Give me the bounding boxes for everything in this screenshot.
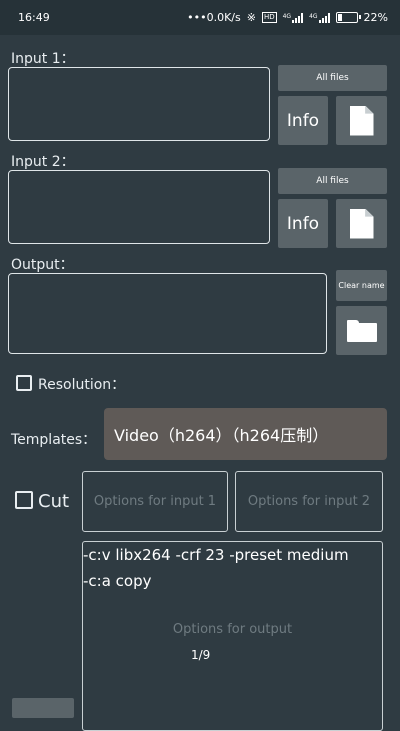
network-speed: •••0.0K/s (187, 11, 241, 24)
output-options-field[interactable]: -c:v libx264 -crf 23 -preset medium -c:a… (82, 541, 383, 731)
resolution-label: Resolution： (38, 377, 126, 393)
input2-info-button[interactable]: Info (278, 199, 328, 248)
bottom-left-button[interactable] (12, 698, 74, 718)
signal-icon-2: 4G (309, 12, 330, 23)
status-bar: 16:49 •••0.0K/s ※ HD 4G 4G 22% (0, 0, 400, 35)
input2-file-button[interactable] (336, 199, 387, 248)
page-indicator: 1/9 (191, 648, 211, 662)
input2-all-files-button[interactable]: All files (278, 168, 387, 194)
output-option-line-2: -c:a copy (83, 572, 152, 590)
output-field[interactable] (8, 273, 327, 354)
output-options-placeholder: Options for output (172, 622, 293, 637)
output-folder-button[interactable] (336, 306, 387, 355)
cut-label: Cut (38, 491, 70, 512)
templates-dropdown[interactable]: Video（h264）（h264压制） (104, 408, 387, 460)
file-icon (349, 105, 374, 136)
input1-options-field[interactable]: Options for input 1 (82, 471, 228, 532)
input1-all-files-button[interactable]: All files (278, 65, 387, 91)
status-time: 16:49 (18, 11, 50, 24)
net-type-label: 4G (282, 12, 292, 20)
input1-file-button[interactable] (336, 96, 387, 145)
battery-icon (335, 12, 361, 23)
bluetooth-icon: ※ (246, 11, 256, 24)
input1-label: Input 1： (11, 51, 75, 67)
templates-label: Templates： (11, 432, 97, 448)
output-option-line-1: -c:v libx264 -crf 23 -preset medium (83, 546, 349, 564)
resolution-checkbox[interactable] (16, 375, 32, 391)
status-icons: •••0.0K/s ※ HD 4G 4G 22% (187, 11, 388, 24)
cut-checkbox[interactable] (15, 491, 33, 509)
input1-field[interactable] (8, 67, 270, 141)
input2-options-field[interactable]: Options for input 2 (235, 471, 383, 532)
clear-name-button[interactable]: Clear name (336, 270, 387, 301)
input2-field[interactable] (8, 170, 270, 244)
output-label: Output： (11, 257, 74, 273)
hd-badge: HD (261, 12, 277, 23)
file-icon (349, 208, 374, 239)
battery-percent: 22% (363, 11, 388, 24)
folder-icon (346, 319, 377, 342)
signal-icon: 4G (282, 12, 304, 23)
input2-label: Input 2： (11, 154, 75, 170)
net-type-label-2: 4G (309, 12, 318, 20)
input1-info-button[interactable]: Info (278, 96, 328, 145)
